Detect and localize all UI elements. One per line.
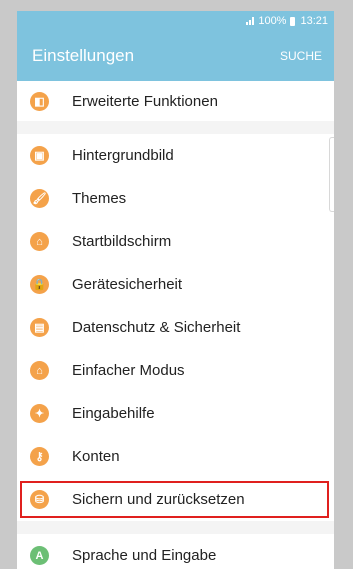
settings-item-label: Hintergrundbild (72, 147, 174, 164)
easy-mode-icon: ⌂ (30, 361, 49, 380)
settings-item-label: Sichern und zurücksetzen (72, 491, 245, 508)
home-icon: ⌂ (30, 232, 49, 251)
settings-item-label: Gerätesicherheit (72, 276, 183, 293)
section-divider (17, 121, 334, 134)
wallpaper-icon: ▣ (30, 146, 49, 165)
privacy-icon: ▤ (30, 318, 49, 337)
language-input-icon: A (30, 546, 49, 565)
settings-item-extended-features[interactable]: ◧ Erweiterte Funktionen (17, 81, 334, 121)
scrollbar[interactable] (329, 137, 334, 212)
settings-item-label: Sprache und Eingabe (72, 547, 217, 564)
settings-item-label: Einfacher Modus (72, 362, 185, 379)
settings-item-label: Eingabehilfe (72, 405, 155, 422)
settings-item-backup-reset[interactable]: ⛁ Sichern und zurücksetzen (17, 478, 334, 521)
backup-reset-icon: ⛁ (30, 490, 49, 509)
settings-item-label: Themes (72, 190, 127, 207)
settings-item-label: Erweiterte Funktionen (72, 92, 218, 110)
app-bar: Einstellungen SUCHE (17, 31, 334, 81)
settings-item-privacy-security[interactable]: ▤ Datenschutz & Sicherheit (17, 306, 334, 349)
settings-item-easy-mode[interactable]: ⌂ Einfacher Modus (17, 349, 334, 392)
settings-list: ◧ Erweiterte Funktionen ▣ Hintergrundbil… (17, 81, 334, 569)
settings-item-themes[interactable]: 🖌 Themes (17, 177, 334, 220)
search-button[interactable]: SUCHE (280, 49, 322, 63)
status-bar: 100% 13:21 (17, 11, 334, 31)
accessibility-icon: ✦ (30, 404, 49, 423)
settings-item-language-input[interactable]: A Sprache und Eingabe (17, 534, 334, 569)
settings-item-label: Konten (72, 448, 120, 465)
settings-item-accounts[interactable]: ⚷ Konten (17, 435, 334, 478)
settings-item-home-screen[interactable]: ⌂ Startbildschirm (17, 220, 334, 263)
settings-item-wallpaper[interactable]: ▣ Hintergrundbild (17, 134, 334, 177)
battery-percentage: 100% (258, 15, 287, 27)
lock-icon: 🔒 (30, 275, 49, 294)
phone-screen: 100% 13:21 Einstellungen SUCHE ◧ Erweite… (17, 11, 334, 569)
battery-icon (290, 16, 296, 26)
settings-item-label: Startbildschirm (72, 233, 172, 250)
themes-icon: 🖌 (30, 189, 49, 208)
settings-item-device-security[interactable]: 🔒 Gerätesicherheit (17, 263, 334, 306)
settings-item-label: Datenschutz & Sicherheit (72, 319, 241, 336)
clock: 13:21 (300, 15, 328, 27)
key-icon: ⚷ (30, 447, 49, 466)
page-title: Einstellungen (32, 46, 135, 65)
section-divider (17, 521, 334, 534)
settings-item-accessibility[interactable]: ✦ Eingabehilfe (17, 392, 334, 435)
extended-features-icon: ◧ (30, 91, 49, 111)
signal-icon (246, 17, 255, 25)
